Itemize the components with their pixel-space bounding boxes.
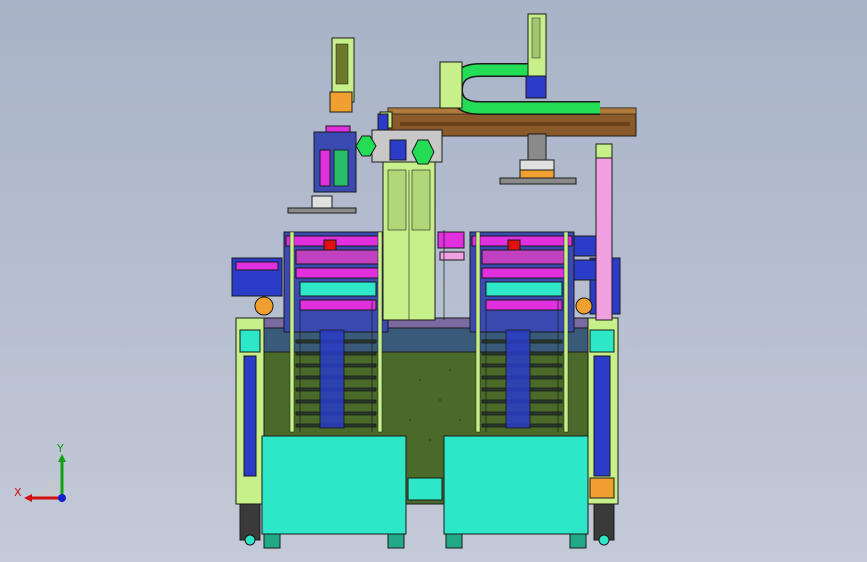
right-bin[interactable]: [443, 435, 589, 549]
left-pick-head[interactable]: [287, 37, 357, 214]
axis-triad: X Y: [14, 442, 66, 502]
y-axis-label: Y: [56, 442, 64, 455]
z-axis-dot: [58, 494, 66, 502]
cad-viewport[interactable]: [0, 0, 867, 562]
left-bin[interactable]: [261, 435, 407, 549]
cable-chain: [439, 61, 600, 115]
x-axis-label: X: [14, 486, 22, 499]
right-vertical-actuator[interactable]: [499, 13, 577, 185]
pink-cylinder: [595, 143, 613, 321]
left-side-unit: [231, 257, 283, 316]
central-column: [382, 159, 436, 321]
